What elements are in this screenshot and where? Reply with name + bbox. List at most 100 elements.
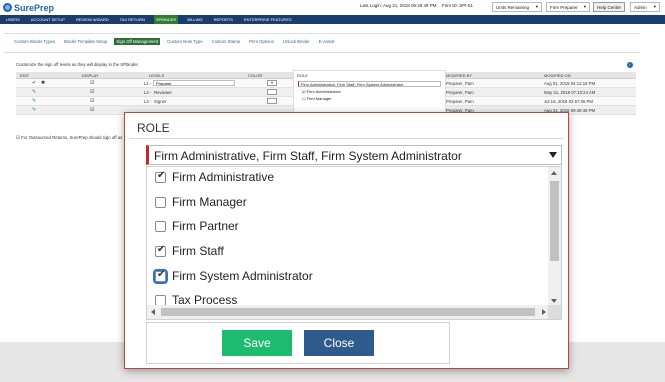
role-panel-item[interactable]: ☐ Firm Manager [294, 95, 445, 102]
firm-id-text: Firm ID: SPI-51 [442, 3, 474, 8]
nav-tax-return[interactable]: TAX RETURN [118, 15, 147, 24]
scroll-left-icon[interactable] [151, 309, 155, 315]
role-panel-title: ROLE [297, 73, 308, 78]
checkbox[interactable] [155, 220, 166, 232]
vertical-scrollbar[interactable] [548, 167, 561, 307]
option-firm-system-administrator[interactable]: Firm System Administrator [153, 266, 313, 286]
nav-spbinder[interactable]: SPBINDER [153, 15, 179, 24]
help-center-button[interactable]: Help Center [593, 2, 626, 12]
hint-text: Customize the sign off levels as they wi… [16, 62, 139, 67]
chevron-down-icon: ▾ [653, 4, 656, 9]
option-firm-manager[interactable]: Firm Manager [155, 192, 247, 212]
tab-binder-template-setup[interactable]: Binder Template Setup [62, 38, 109, 45]
page-root: SurePrep Last Login: Aug 21, 2018 06:26:… [0, 0, 665, 382]
scroll-down-icon[interactable] [551, 299, 557, 303]
color-swatch [267, 89, 277, 95]
modified-on: May 31, 2018 07:10:24 AM [544, 90, 596, 95]
color-swatch [267, 98, 277, 104]
header-color: COLOR [248, 73, 263, 78]
info-icon[interactable]: i [627, 62, 633, 68]
divider [129, 138, 563, 139]
logo: SurePrep [3, 1, 54, 14]
scroll-right-icon[interactable] [542, 309, 546, 315]
nav-users[interactable]: USERS [4, 15, 22, 24]
checkbox[interactable] [155, 170, 166, 183]
modified-by: Preparer, Pam [446, 81, 474, 86]
role-select-value: Firm Administrative, Firm Staff, Firm Sy… [154, 149, 462, 163]
divider [4, 33, 640, 34]
modified-by: Preparer, Pam [446, 90, 474, 95]
header-modified-on: MODIFIED ON [544, 73, 571, 78]
modal-title: ROLE [137, 121, 170, 135]
nav-enterprise-features[interactable]: ENTERPRISE FEATURES [242, 15, 294, 24]
tab-e-assist[interactable]: E-Assist [317, 38, 337, 45]
cancel-icon[interactable]: ✖ [41, 80, 45, 86]
edit-pencil-icon[interactable]: ✎ [32, 89, 36, 95]
option-firm-partner[interactable]: Firm Partner [155, 216, 239, 236]
chevron-down-icon: ▾ [535, 4, 538, 9]
display-checkbox[interactable]: ☑ [90, 107, 94, 113]
tab-custom-binder-types[interactable]: Custom Binder Types [12, 38, 57, 45]
level-name: Reviewer [154, 90, 172, 95]
top-header: SurePrep Last Login: Aug 21, 2018 06:26:… [0, 0, 665, 15]
nav-account-setup[interactable]: ACCOUNT SETUP [29, 15, 67, 24]
display-checkbox[interactable]: ☑ [90, 98, 94, 104]
save-button[interactable]: Save [222, 330, 292, 356]
edit-pencil-icon[interactable]: ✎ [32, 107, 36, 113]
level-prefix: L1 - [144, 81, 152, 86]
logo-icon [3, 3, 12, 12]
header-display: DISPLAY [82, 73, 99, 78]
header-modified-by: MODIFIED BY [446, 73, 473, 78]
checkbox[interactable] [155, 295, 166, 305]
checkbox[interactable] [155, 244, 166, 257]
role-panel-select[interactable]: Firm Administrative, Firm Staff, Firm Sy… [298, 81, 441, 87]
role-panel-small: ROLE Firm Administrative, Firm Staff, Fi… [293, 70, 446, 118]
tab-print-options[interactable]: Print Options [247, 38, 276, 45]
role-panel-item[interactable]: ☑ Firm Administrative [294, 88, 445, 95]
edit-pencil-icon[interactable]: ✎ [32, 98, 36, 104]
option-tax-process[interactable]: Tax Process [155, 291, 237, 305]
checkbox[interactable] [155, 196, 166, 208]
display-checkbox[interactable]: ☑ [90, 89, 94, 95]
role-options-list[interactable]: Firm Administrative Firm Manager Firm Pa… [146, 166, 562, 320]
header-edit: EDIT [20, 73, 30, 78]
nav-billing[interactable]: BILLING [185, 15, 204, 24]
level-input[interactable]: Preparer [153, 80, 235, 86]
checkbox[interactable] [153, 268, 168, 284]
modified-on: Aug 01, 2018 04:12:18 PM [544, 81, 596, 86]
nav-review-wizard[interactable]: REVIEW WIZARD [74, 15, 111, 24]
scroll-corner [548, 305, 561, 319]
scroll-thumb[interactable] [550, 181, 559, 261]
main-nav: USERS ACCOUNT SETUP REVIEW WIZARD TAX RE… [0, 15, 665, 24]
outsourced-checkbox[interactable]: ☑ [16, 135, 20, 140]
level-prefix: L3 - [144, 99, 152, 104]
outsourced-returns-text: ☑ For Outsourced Returns, SurePrep shoul… [16, 135, 123, 140]
close-button[interactable]: Close [304, 330, 374, 356]
display-checkbox[interactable]: ☑ [90, 80, 94, 86]
modified-by: Preparer, Pam [446, 99, 474, 104]
tab-unlock-binder[interactable]: Unlock Binder [281, 38, 312, 45]
units-select[interactable]: Units Remaining ▾ [492, 2, 542, 12]
last-login-text: Last Login: Aug 21, 2018 06:26:49 PM [360, 3, 437, 8]
option-firm-administrative[interactable]: Firm Administrative [155, 167, 274, 187]
nav-reports[interactable]: REPORTS [212, 15, 235, 24]
tab-sign-off-management[interactable]: Sign Off Management [114, 38, 161, 45]
level-name: Signer [154, 99, 167, 104]
level-prefix: L2 - [144, 90, 152, 95]
option-firm-staff[interactable]: Firm Staff [155, 241, 224, 261]
admin-select[interactable]: Admin ▾ [630, 2, 660, 12]
horizontal-scrollbar[interactable] [147, 305, 550, 319]
subtabs: Custom Binder Types Binder Template Setu… [12, 38, 341, 45]
role-select[interactable]: Firm Preparer ▾ [546, 2, 590, 12]
confirm-icon[interactable]: ✔ [32, 80, 36, 86]
tab-custom-note-type[interactable]: Custom Note Type [165, 38, 205, 45]
caret-down-icon [549, 152, 557, 158]
scroll-up-icon[interactable] [551, 171, 557, 175]
role-select-dropdown[interactable]: Firm Administrative, Firm Staff, Firm Sy… [146, 145, 562, 165]
color-picker[interactable]: ▾ [267, 80, 277, 86]
header-levels: LEVELS [149, 73, 165, 78]
scroll-thumb[interactable] [161, 308, 535, 316]
role-modal: ROLE Firm Administrative, Firm Staff, Fi… [124, 112, 569, 369]
tab-custom-stamp[interactable]: Custom Stamp [210, 38, 242, 45]
divider [4, 52, 640, 53]
